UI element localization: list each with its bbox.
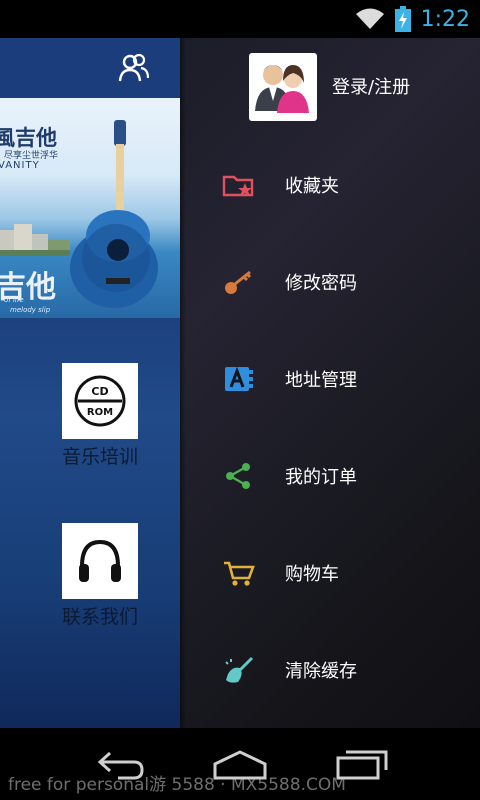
svg-text:CD: CD [91, 385, 108, 398]
share-icon [222, 462, 256, 490]
menu-item-address-management[interactable]: 地址管理 [180, 349, 480, 409]
menu-item-my-orders[interactable]: 我的订单 [180, 446, 480, 506]
login-register-link[interactable]: 登录/注册 [332, 73, 410, 99]
broom-icon [222, 656, 256, 684]
music-training-label: 音乐培训 [61, 446, 138, 468]
menu-item-label: 地址管理 [285, 370, 357, 391]
main-content: 風吉他 尽享尘世浮华 VANITY 吉他 of life melody slip [0, 38, 180, 728]
status-icons: 1:22 [355, 4, 470, 34]
banner-brand: VANITY [0, 160, 40, 171]
user-group-icon[interactable] [118, 53, 150, 87]
music-training-tile[interactable]: CD ROM [62, 363, 138, 439]
app-bar [0, 38, 180, 98]
address-book-icon [222, 365, 256, 393]
guitar-image [70, 120, 158, 308]
cd-rom-icon: CD ROM [74, 375, 126, 427]
menu-item-label: 我的订单 [285, 467, 357, 488]
headphones-icon [79, 539, 121, 582]
key-icon [222, 268, 256, 296]
couple-avatar-icon[interactable] [249, 53, 317, 121]
menu-item-favorites[interactable]: 收藏夹 [180, 155, 480, 215]
contact-us-tile[interactable] [62, 523, 138, 599]
navigation-drawer: 登录/注册 收藏夹 修改密码 地址管理 我的订单 购物车 清除缓存 [180, 38, 480, 728]
navigation-bar: free for personal游 5588 · MX5588.COM [0, 728, 480, 800]
menu-item-label: 修改密码 [285, 273, 357, 294]
cart-icon [222, 559, 256, 587]
watermark: free for personal游 5588 · MX5588.COM [8, 775, 346, 795]
menu-item-label: 清除缓存 [285, 661, 357, 682]
menu-item-label: 收藏夹 [285, 176, 339, 197]
menu-item-label: 购物车 [285, 564, 339, 585]
menu-item-change-password[interactable]: 修改密码 [180, 252, 480, 312]
promo-banner[interactable]: 風吉他 尽享尘世浮华 VANITY 吉他 of life melody slip [0, 98, 180, 318]
banner-caption-2: melody slip [10, 306, 51, 314]
svg-text:ROM: ROM [87, 407, 113, 418]
status-bar: 1:22 [0, 0, 480, 38]
favorites-folder-icon [222, 171, 256, 199]
battery-charging-icon [394, 6, 411, 32]
menu-item-shopping-cart[interactable]: 购物车 [180, 543, 480, 603]
status-time: 1:22 [420, 6, 470, 32]
menu-item-clear-cache[interactable]: 清除缓存 [180, 640, 480, 700]
banner-caption-1: of life [4, 296, 24, 304]
wifi-icon [355, 7, 385, 31]
contact-us-label: 联系我们 [61, 606, 138, 628]
